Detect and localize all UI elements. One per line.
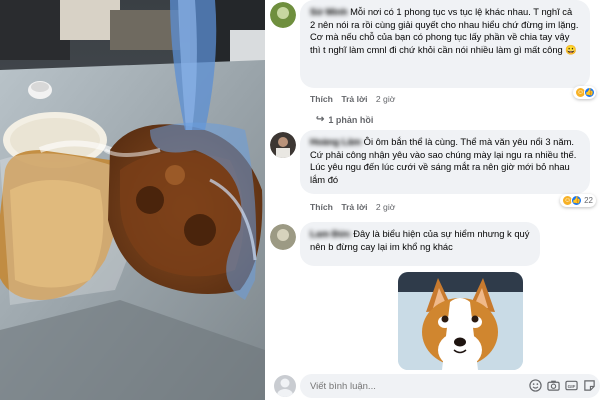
comment-actions: Thích Trả lời 2 giờ	[310, 202, 401, 212]
comments-panel: Sử Minh Mỗi nơi có 1 phong tục vs tục lệ…	[268, 0, 600, 400]
comment-text: Mỗi nơi có 1 phong tục vs tục lệ khác nh…	[310, 6, 579, 55]
comment-meme-image[interactable]	[398, 272, 523, 370]
comment-time[interactable]: 2 giờ	[376, 202, 396, 212]
comment-time[interactable]: 2 giờ	[376, 94, 396, 104]
avatar[interactable]	[270, 132, 296, 158]
avatar[interactable]	[270, 224, 296, 250]
comment-author[interactable]: Lam Đức	[310, 228, 353, 239]
comment-bubble: Hoàng Lâm Ôi ôm bắn thể là cùng. Thể mà …	[300, 130, 590, 194]
corgi-meme-icon	[398, 272, 523, 370]
camera-icon[interactable]	[547, 379, 560, 392]
reply-link[interactable]: Trả lời	[341, 202, 367, 212]
emoji-icon[interactable]	[529, 379, 542, 392]
view-replies-label: 1 phản hồi	[328, 114, 374, 125]
post-photo[interactable]	[0, 0, 265, 400]
svg-text:GIF: GIF	[568, 384, 576, 389]
comment-input[interactable]	[300, 374, 415, 398]
comment-bubble: Sử Minh Mỗi nơi có 1 phong tục vs tục lệ…	[300, 0, 590, 88]
like-link[interactable]: Thích	[310, 202, 333, 212]
comment-actions: Thích Trả lời 2 giờ	[310, 94, 401, 104]
view-replies-link[interactable]: ↪ 1 phản hồi	[316, 114, 373, 125]
reply-arrow-icon: ↪	[316, 114, 325, 125]
composer-tools: GIF	[529, 379, 596, 392]
comment-composer: GIF	[268, 372, 600, 400]
like-link[interactable]: Thích	[310, 94, 333, 104]
reaction-count: 22	[584, 196, 593, 205]
reactions-badge[interactable]: ☺ 👍	[573, 86, 596, 99]
food-bags-photo	[0, 0, 265, 400]
like-reaction-icon: 👍	[571, 195, 583, 206]
comment-author[interactable]: Sử Minh	[310, 6, 350, 17]
my-avatar[interactable]	[274, 375, 296, 397]
like-reaction-icon: 👍	[584, 87, 595, 98]
reactions-badge[interactable]: ☺ 👍 22	[560, 194, 596, 207]
gif-icon[interactable]: GIF	[565, 379, 578, 392]
sticker-icon[interactable]	[583, 379, 596, 392]
reply-link[interactable]: Trả lời	[341, 94, 367, 104]
avatar[interactable]	[270, 2, 296, 28]
comment-field[interactable]: GIF	[300, 374, 600, 398]
comment-author[interactable]: Hoàng Lâm	[310, 136, 364, 147]
comment-bubble: Lam Đức Đây là biểu hiện của sự hiểm như…	[300, 222, 540, 266]
